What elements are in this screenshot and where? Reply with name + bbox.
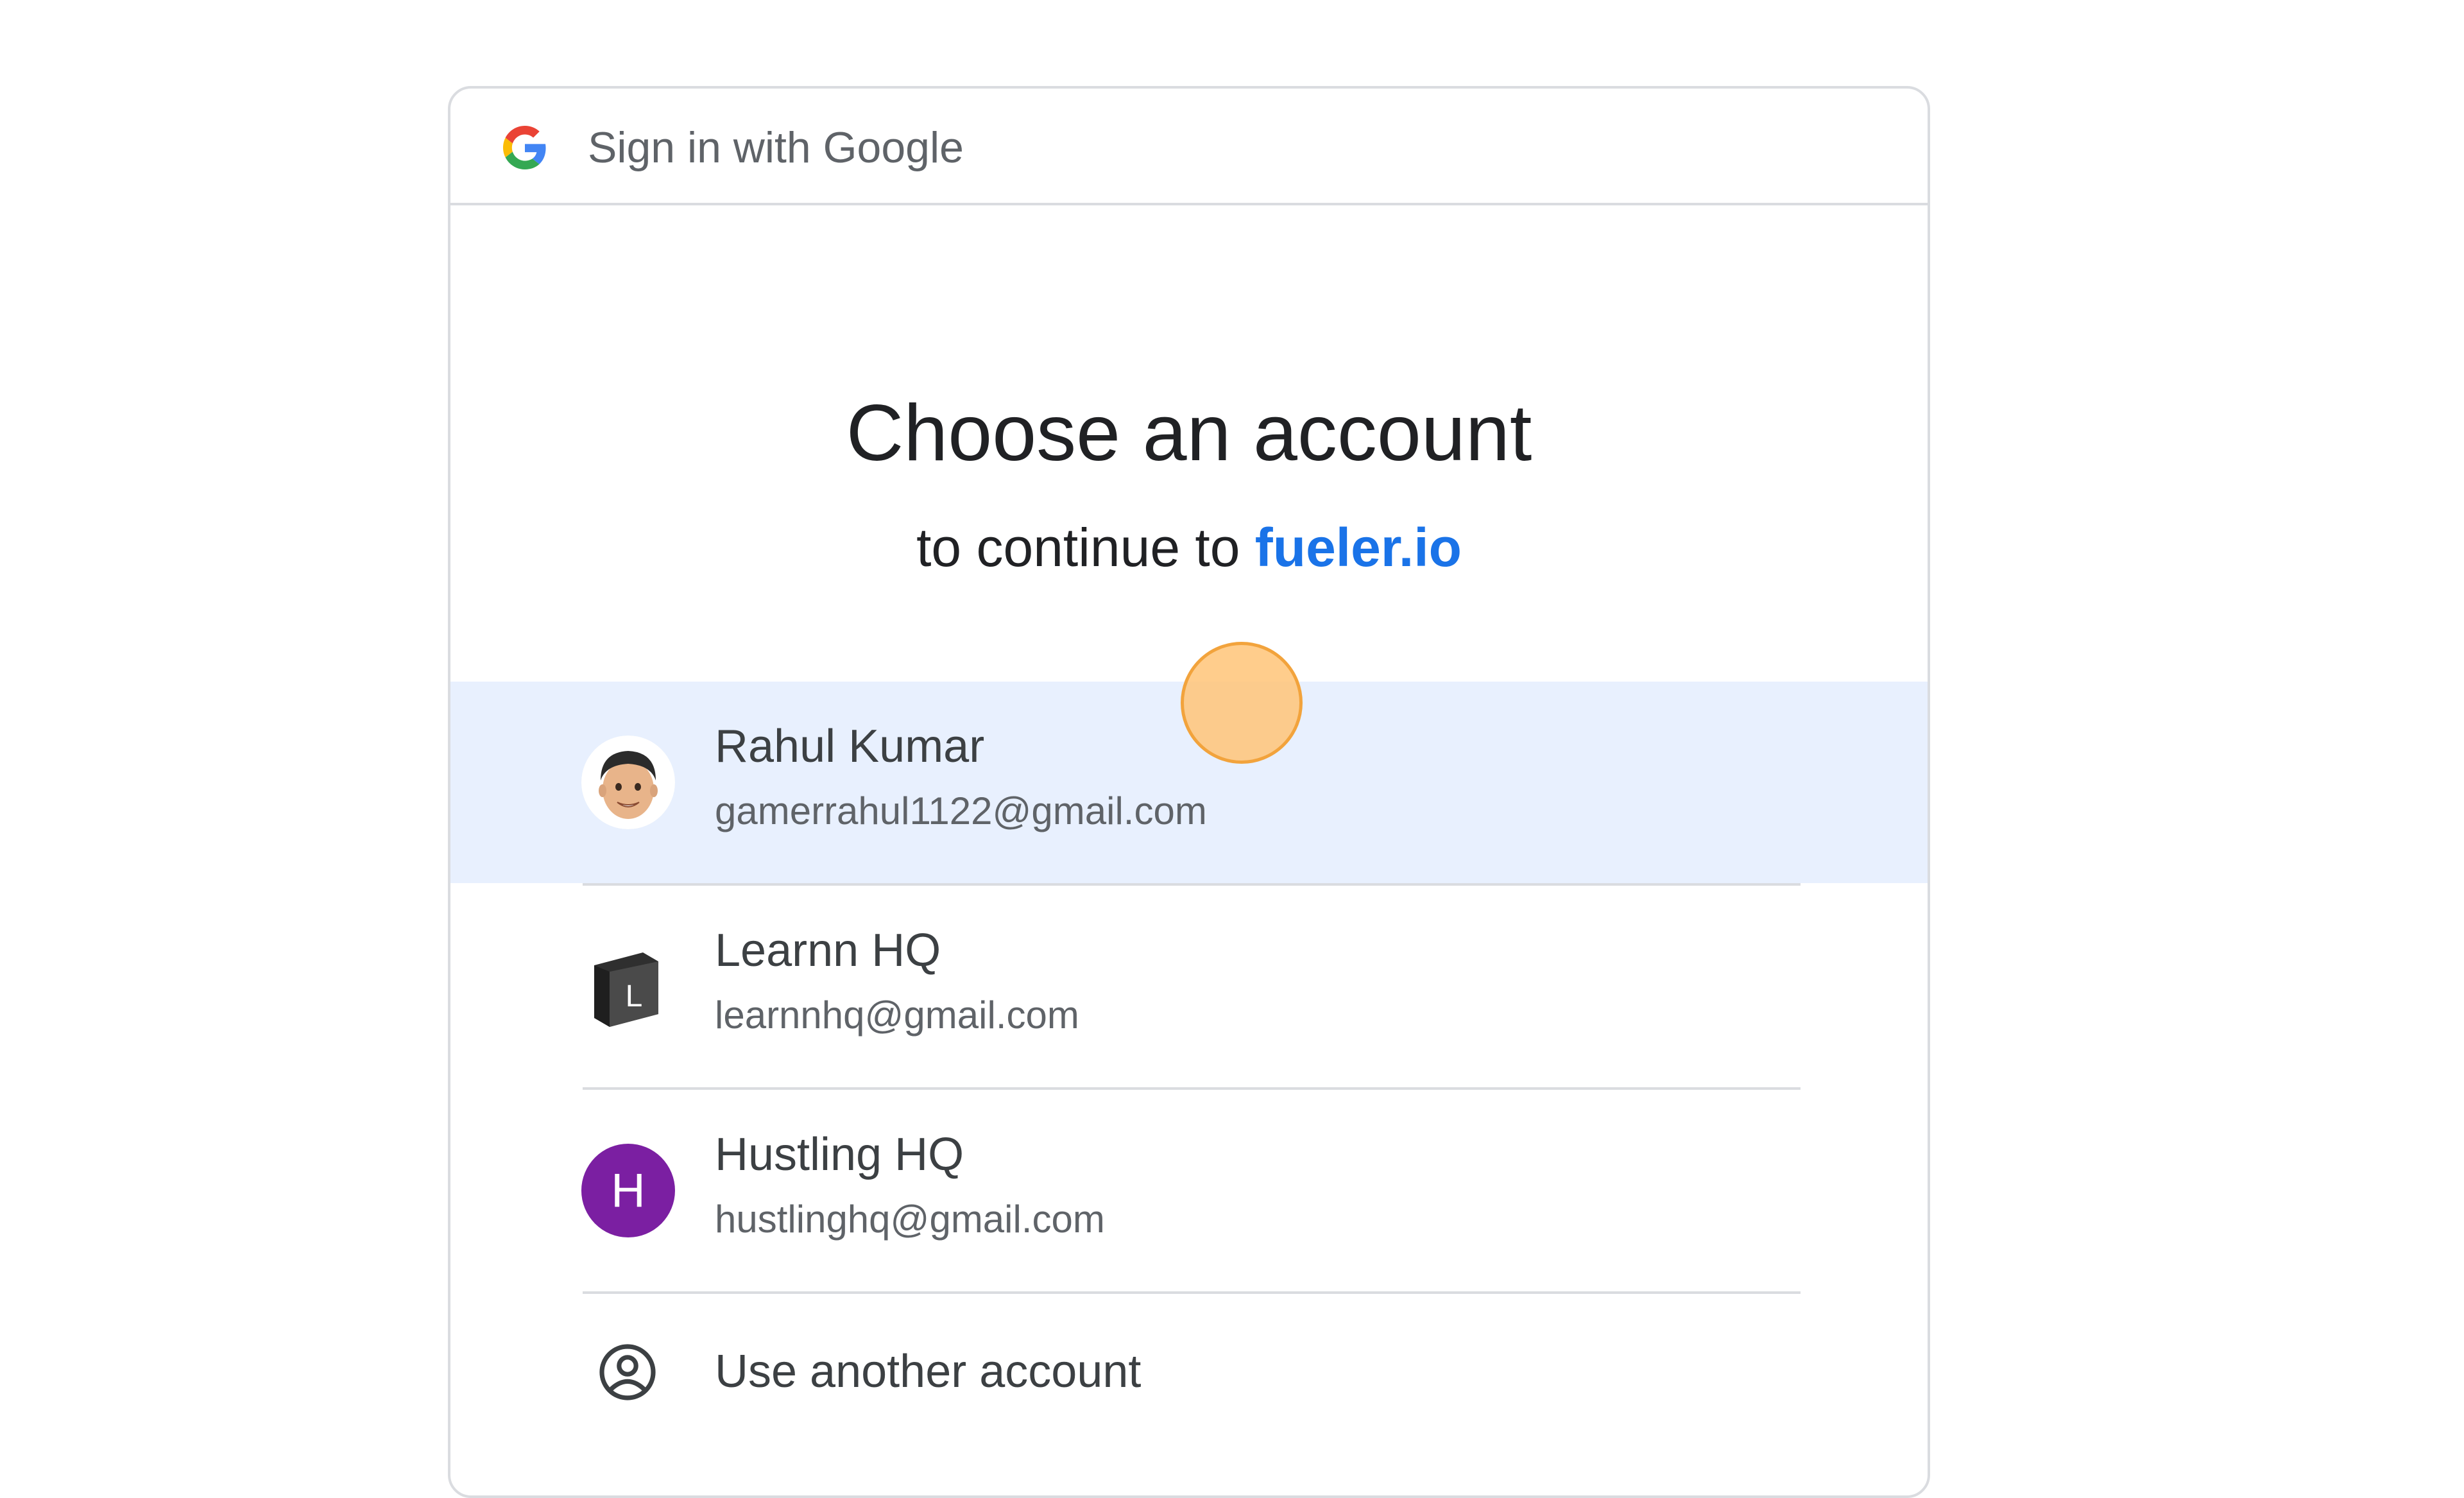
page-title: Choose an account bbox=[846, 389, 1532, 478]
letter-avatar: H bbox=[581, 1144, 675, 1237]
account-name: Hustling HQ bbox=[715, 1129, 964, 1180]
google-g-icon bbox=[503, 126, 546, 169]
account-name: Rahul Kumar bbox=[715, 721, 985, 772]
learnn-logo: L bbox=[581, 940, 675, 1033]
page-subtitle: to continue to fueler.io bbox=[450, 512, 1928, 583]
account-circle-icon bbox=[599, 1344, 656, 1400]
subtitle-prefix: to continue to bbox=[916, 517, 1240, 578]
account-email: hustlinghq@gmail.com bbox=[715, 1198, 1105, 1241]
use-another-account-item[interactable]: Use another account bbox=[450, 1294, 1928, 1495]
memoji-avatar bbox=[581, 736, 675, 829]
use-another-account-label: Use another account bbox=[715, 1346, 1142, 1397]
sign-in-card: Sign in with Google Choose an account to… bbox=[448, 86, 1930, 1498]
click-indicator bbox=[1181, 642, 1303, 764]
app-link[interactable]: fueler.io bbox=[1255, 517, 1462, 578]
account-email: learnnhq@gmail.com bbox=[715, 994, 1079, 1037]
svg-text:L: L bbox=[626, 979, 643, 1013]
header-title: Sign in with Google bbox=[588, 123, 964, 172]
account-name: Learnn HQ bbox=[715, 925, 941, 976]
account-item-learnn-hq[interactable]: L Learnn HQ learnnhq@gmail.com bbox=[450, 886, 1928, 1087]
account-email: gamerrahul1122@gmail.com bbox=[715, 789, 1207, 832]
card-header: Sign in with Google bbox=[450, 89, 1928, 205]
account-item-hustling-hq[interactable]: H Hustling HQ hustlinghq@gmail.com bbox=[450, 1090, 1928, 1291]
